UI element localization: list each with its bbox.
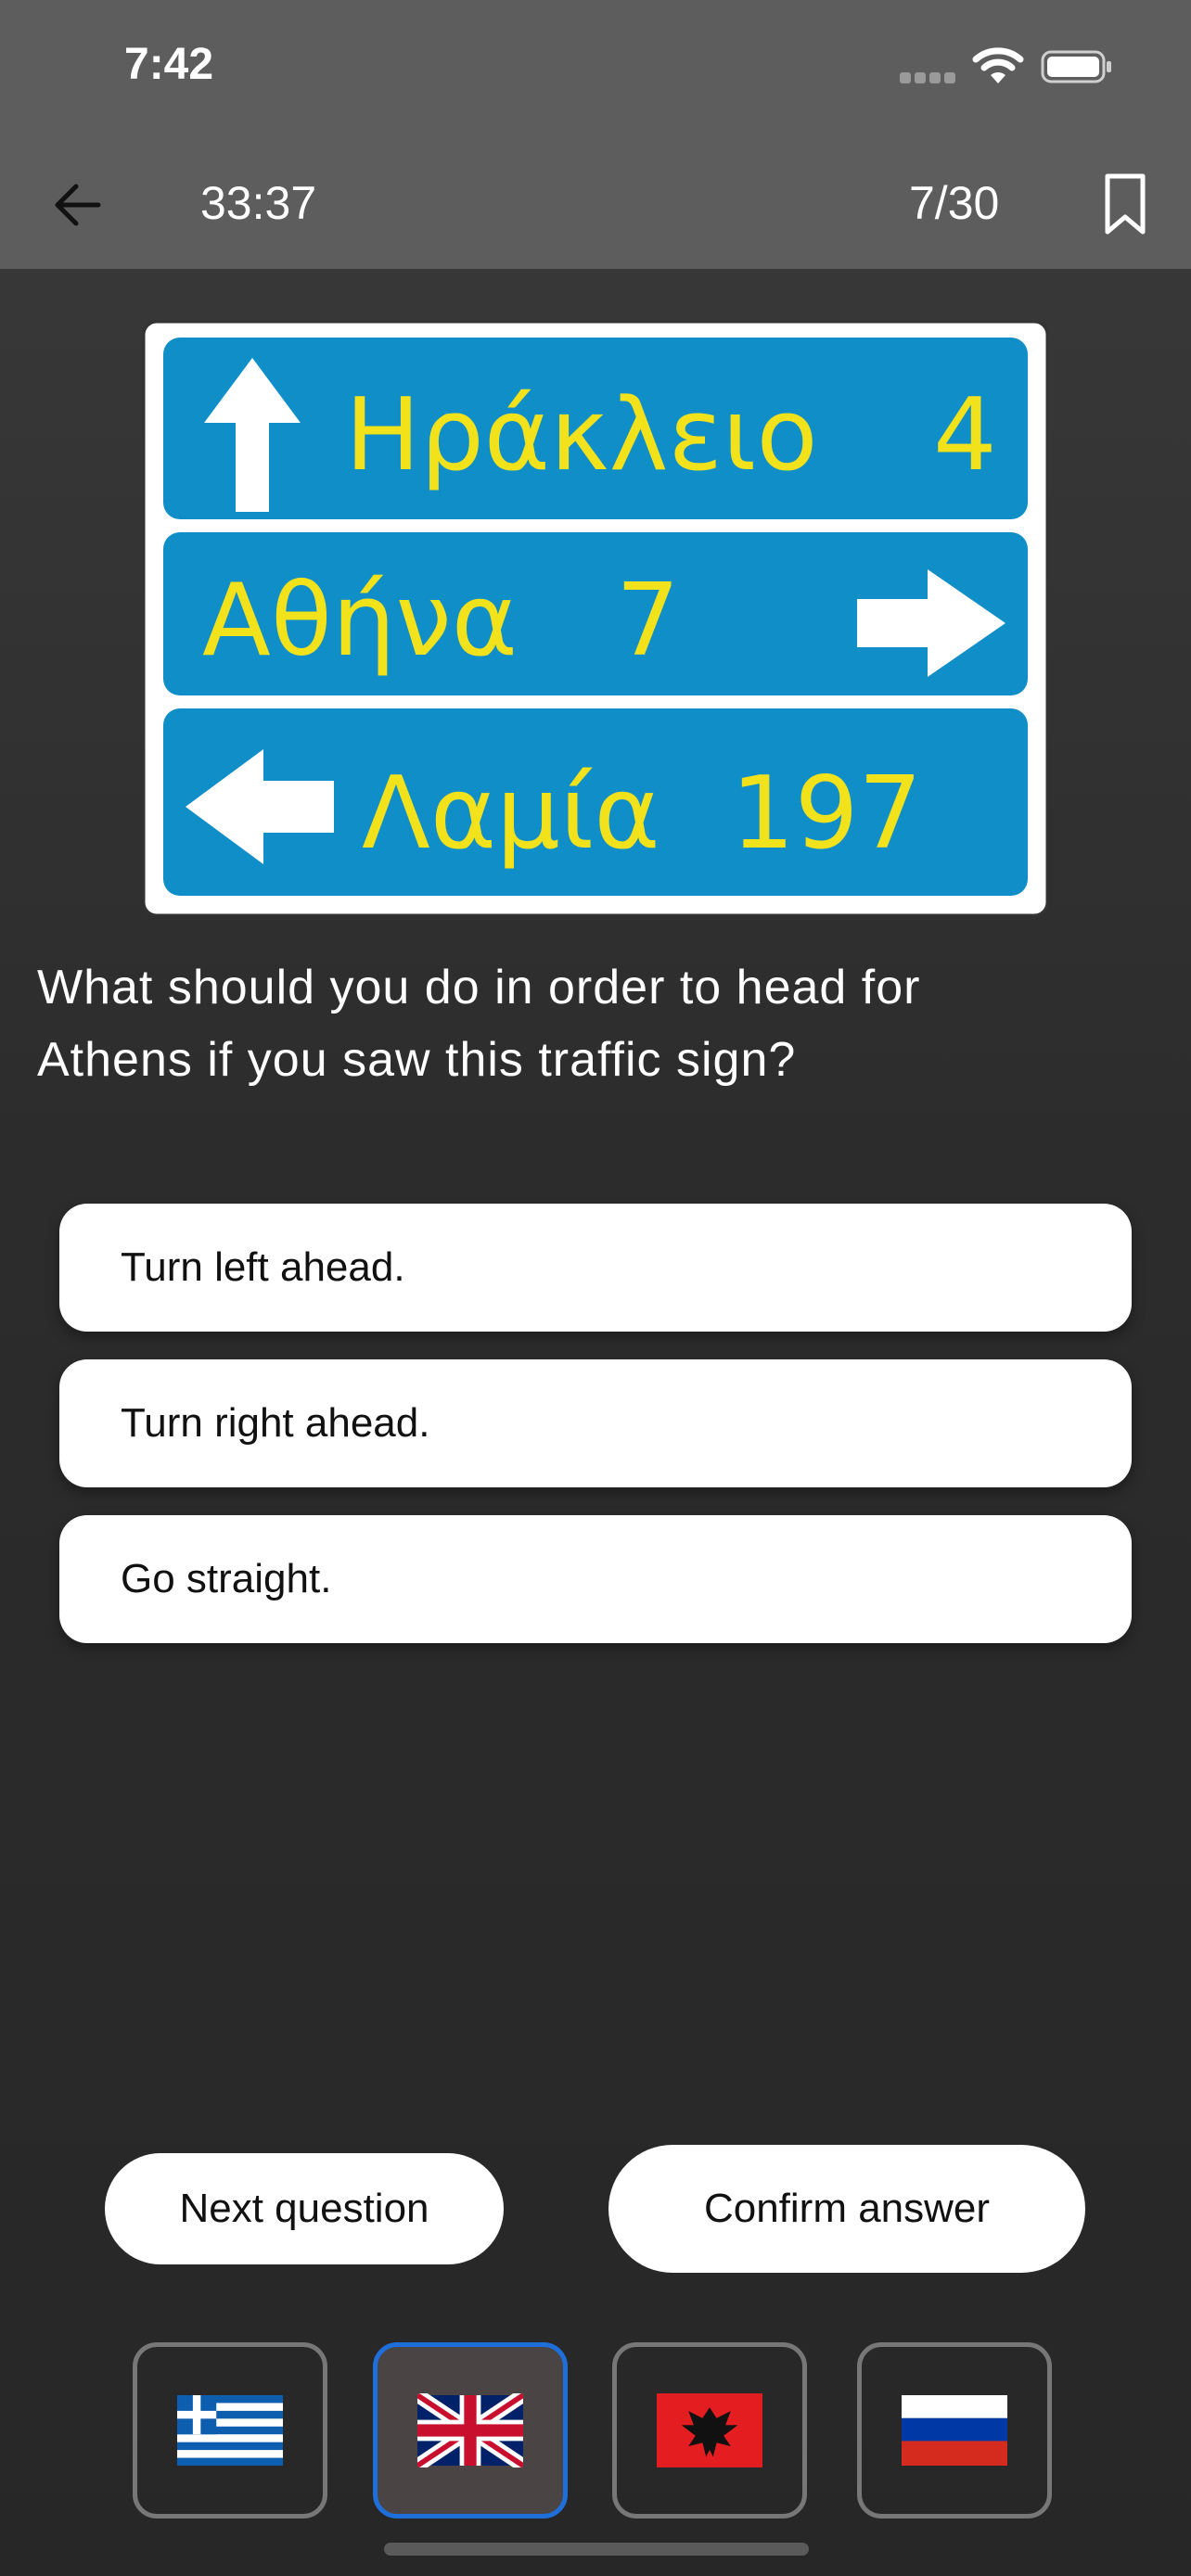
answer-option-label: Go straight. — [121, 1556, 332, 1601]
status-time: 7:42 — [124, 40, 214, 89]
quiz-timer: 33:37 — [200, 177, 317, 229]
sign-distance: 197 — [731, 756, 922, 872]
language-english-button[interactable] — [373, 2342, 568, 2519]
russia-flag-icon — [902, 2395, 1007, 2466]
question-line: Athens if you saw this traffic sign? — [37, 1033, 797, 1087]
home-indicator — [384, 2543, 809, 2556]
arrow-left-icon[interactable] — [46, 172, 111, 237]
next-question-button[interactable]: Next question — [105, 2153, 504, 2264]
wifi-icon — [972, 47, 1024, 83]
sign-destination: Λαμία — [362, 756, 660, 872]
uk-flag-icon — [417, 2393, 523, 2468]
cellular-signal-icon — [900, 72, 957, 83]
sign-destination: Αθήνα — [202, 563, 518, 679]
sign-destination: Ηράκλειο — [345, 377, 818, 493]
answer-option-turn-left[interactable]: Turn left ahead. — [59, 1204, 1132, 1332]
question-line: What should you do in order to head for — [37, 961, 921, 1014]
greek-flag-icon — [177, 2395, 283, 2466]
status-bar: 7:42 — [0, 0, 1191, 139]
bookmark-icon[interactable] — [1095, 167, 1156, 241]
answer-option-turn-right[interactable]: Turn right ahead. — [59, 1359, 1132, 1487]
traffic-sign-image: Ηράκλειο 4 Αθήνα 7 Λαμία 197 — [142, 320, 1049, 917]
question-text: What should you do in order to head for … — [37, 951, 1150, 1096]
battery-icon — [1041, 50, 1111, 83]
quiz-header: 33:37 7/30 — [0, 139, 1191, 269]
answer-option-label: Turn left ahead. — [121, 1244, 405, 1290]
answer-option-label: Turn right ahead. — [121, 1400, 430, 1446]
confirm-answer-button[interactable]: Confirm answer — [608, 2145, 1085, 2273]
albania-flag-icon — [657, 2393, 762, 2468]
language-russian-button[interactable] — [857, 2342, 1052, 2519]
language-greek-button[interactable] — [133, 2342, 327, 2519]
question-counter: 7/30 — [909, 177, 1000, 229]
sign-distance: 7 — [616, 563, 680, 679]
language-albanian-button[interactable] — [612, 2342, 807, 2519]
answer-option-go-straight[interactable]: Go straight. — [59, 1515, 1132, 1643]
sign-distance: 4 — [933, 377, 997, 493]
